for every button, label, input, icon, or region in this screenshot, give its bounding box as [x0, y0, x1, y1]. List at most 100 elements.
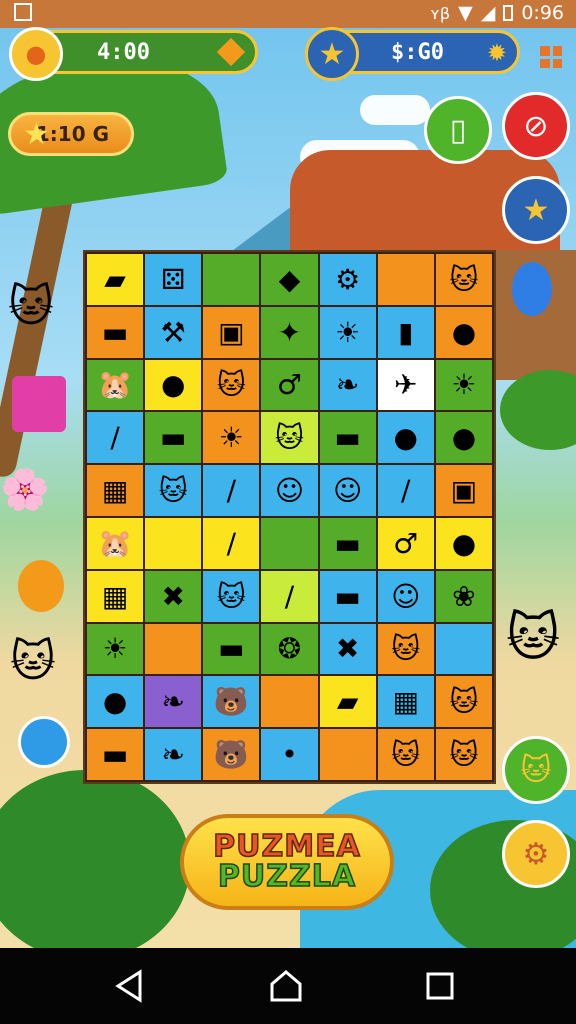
scroll-powerup-button[interactable]: ⚙ — [502, 820, 570, 888]
board-cell[interactable]: ☀ — [87, 623, 144, 675]
board-cell[interactable]: ▦ — [377, 676, 434, 728]
board-cell[interactable]: ❧ — [145, 676, 202, 728]
board-cell[interactable] — [145, 517, 202, 569]
board-cell[interactable]: ☀ — [203, 412, 260, 464]
purple-blob-icon: ● — [102, 685, 128, 719]
board-cell[interactable]: ▬ — [145, 412, 202, 464]
menu-grid-icon[interactable] — [540, 46, 562, 68]
board-cell[interactable]: ♂ — [261, 359, 318, 411]
board-cell[interactable]: ☺ — [319, 465, 376, 516]
board-cell[interactable]: 🐱 — [377, 729, 434, 780]
board-cell[interactable]: ● — [87, 676, 144, 728]
pineapple-decoration — [18, 560, 64, 612]
board-cell[interactable]: ▦ — [87, 465, 144, 516]
board-cell[interactable]: 🐱 — [435, 729, 492, 780]
board-cell[interactable]: ▬ — [319, 570, 376, 622]
board-cell[interactable]: 🐻 — [203, 729, 260, 780]
settings-gear-icon[interactable]: ✹ — [487, 39, 507, 67]
board-cell[interactable]: 🐱 — [145, 465, 202, 516]
board-cell[interactable] — [261, 676, 318, 728]
board-cell[interactable]: ▰ — [319, 676, 376, 728]
board-cell[interactable]: ✦ — [261, 306, 318, 358]
cat-face-icon: 🐱 — [391, 632, 421, 666]
board-cell[interactable]: ▬ — [319, 517, 376, 569]
board-cell[interactable]: ∕ — [87, 412, 144, 464]
board-cell[interactable]: ☺ — [377, 570, 434, 622]
game-board: ▰ ⚄ ◆ ⚙ 🐱 ▬ ⚒ ▣ ✦ ☀ ▮ ● 🐹 ● 🐱 ♂ ❧ ✈ ☀ ∕ ▬ ☀ 🐱 ▬ ● ● ▦ 🐱 ∕ ☺ ☺ ∕ ▣ 🐹 ∕ ▬ ♂ ● ▦ ✖… — [83, 250, 496, 784]
back-icon[interactable] — [112, 968, 148, 1004]
board-cell[interactable]: ∕ — [203, 517, 260, 569]
board-cell[interactable]: 🐱 — [377, 623, 434, 675]
board-cell[interactable]: ✖ — [145, 570, 202, 622]
board-cell[interactable]: ● — [435, 306, 492, 358]
board-cell[interactable]: ♂ — [377, 517, 434, 569]
screenshot-notification-icon — [14, 3, 32, 21]
board-cell[interactable]: ⚒ — [145, 306, 202, 358]
board-cell[interactable]: 🐱 — [203, 570, 260, 622]
board-cell[interactable]: ● — [145, 359, 202, 411]
bear-icon: 🐻 — [213, 738, 249, 772]
board-cell[interactable]: ✈ — [377, 359, 434, 411]
board-cell[interactable]: 🐱 — [203, 359, 260, 411]
crate-icon: ▦ — [392, 685, 419, 719]
board-cell[interactable]: ▰ — [87, 254, 144, 305]
corn-icon: ❧ — [161, 738, 185, 772]
board-cell[interactable]: 🐹 — [87, 517, 144, 569]
recents-icon[interactable] — [422, 968, 458, 1004]
board-cell[interactable]: ⚙ — [319, 254, 376, 305]
board-cell[interactable]: ▮ — [377, 306, 434, 358]
board-cell[interactable] — [203, 254, 260, 305]
candy-icon: ● — [160, 368, 186, 402]
board-cell[interactable]: ● — [377, 412, 434, 464]
home-icon[interactable] — [268, 968, 304, 1004]
board-cell[interactable]: 🐹 — [87, 359, 144, 411]
phone-powerup-button[interactable]: ▯ — [424, 96, 492, 164]
board-cell[interactable] — [377, 254, 434, 305]
board-cell[interactable]: 🐻 — [203, 676, 260, 728]
board-cell[interactable]: ∕ — [261, 570, 318, 622]
board-cell[interactable] — [435, 623, 492, 675]
board-cell[interactable]: 🐱 — [435, 254, 492, 305]
board-cell[interactable]: ∕ — [377, 465, 434, 516]
board-cell[interactable]: 🐱 — [261, 412, 318, 464]
board-cell[interactable]: ▣ — [203, 306, 260, 358]
board-cell[interactable]: 🐱 — [435, 676, 492, 728]
hamster-icon: 🐹 — [97, 368, 133, 402]
board-cell[interactable]: ∕ — [203, 465, 260, 516]
board-cell[interactable] — [319, 729, 376, 780]
board-cell[interactable]: ▬ — [319, 412, 376, 464]
board-cell[interactable]: ▦ — [87, 570, 144, 622]
board-cell[interactable]: ❧ — [145, 729, 202, 780]
boat-icon: ▬ — [218, 632, 245, 666]
signal-label: ʏβ — [430, 3, 451, 23]
board-cell[interactable]: ❧ — [319, 359, 376, 411]
pencil-icon: ∕ — [284, 579, 295, 613]
status-icons: ʏβ ▼ ◢ 0:96 — [430, 2, 564, 24]
board-cell[interactable]: ● — [435, 517, 492, 569]
timer-value: 4:00 — [97, 39, 150, 65]
board-cell[interactable]: ☀ — [319, 306, 376, 358]
board-cell[interactable]: ◆ — [261, 254, 318, 305]
no-ads-button[interactable]: ⊘ — [502, 92, 570, 160]
cat-hint-button[interactable]: 🐱 — [502, 736, 570, 804]
board-cell[interactable]: ☀ — [435, 359, 492, 411]
board-cell[interactable]: ☺ — [261, 465, 318, 516]
board-cell[interactable] — [261, 517, 318, 569]
board-cell[interactable]: ● — [435, 412, 492, 464]
board-cell[interactable]: ❀ — [435, 570, 492, 622]
log-icon: ▬ — [334, 526, 361, 560]
board-cell[interactable]: ⚄ — [145, 254, 202, 305]
eraser-icon: ▰ — [336, 685, 359, 719]
slingshot-icon: ✖ — [161, 579, 185, 613]
eraser-icon: ▰ — [104, 262, 126, 296]
crate-icon: ▦ — [101, 579, 129, 613]
favorite-star-button[interactable]: ★ — [502, 176, 570, 244]
board-cell[interactable]: ❂ — [261, 623, 318, 675]
board-cell[interactable]: • — [261, 729, 318, 780]
board-cell[interactable] — [145, 623, 202, 675]
board-cell[interactable]: ✖ — [319, 623, 376, 675]
board-cell[interactable]: ▬ — [203, 623, 260, 675]
board-cell[interactable]: ▬ — [87, 729, 144, 780]
board-cell[interactable]: ▣ — [435, 465, 492, 516]
board-cell[interactable]: ▬ — [87, 306, 144, 358]
